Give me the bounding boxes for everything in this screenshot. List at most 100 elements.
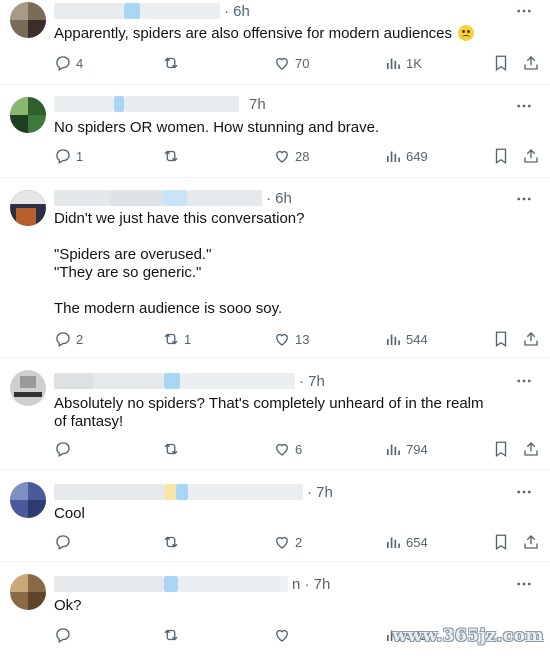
- post-text: Apparently, spiders are also offensive f…: [54, 25, 526, 43]
- post-actions: 2 654: [54, 532, 544, 552]
- like-button[interactable]: 70: [273, 53, 309, 73]
- repost-button[interactable]: [162, 53, 184, 73]
- like-button[interactable]: 2: [273, 532, 302, 552]
- repost-button[interactable]: [162, 625, 184, 645]
- author-name-blurred[interactable]: 7h: [54, 95, 266, 113]
- bookmark-button[interactable]: [492, 532, 514, 552]
- avatar[interactable]: [10, 97, 46, 133]
- views-icon: [387, 537, 400, 548]
- views-icon: [387, 151, 400, 162]
- like-count: 6: [295, 441, 303, 457]
- views-button[interactable]: 654: [384, 532, 428, 552]
- reply-icon: [56, 628, 70, 643]
- avatar[interactable]: [10, 370, 46, 406]
- avatar[interactable]: [10, 2, 46, 38]
- avatar[interactable]: [10, 574, 46, 610]
- view-count: 544: [406, 331, 428, 347]
- reply-button[interactable]: [54, 625, 76, 645]
- like-button[interactable]: 6: [273, 439, 302, 459]
- more-options-icon[interactable]: [514, 2, 534, 20]
- like-count: 70: [295, 55, 310, 71]
- views-button[interactable]: 1K: [384, 53, 422, 73]
- share-button[interactable]: [522, 146, 544, 166]
- more-options-icon[interactable]: [514, 190, 534, 208]
- post-5[interactable]: · 7h Cool 2 654: [0, 470, 550, 562]
- heart-icon: [276, 536, 288, 549]
- views-icon: [387, 444, 400, 455]
- repost-button[interactable]: 1: [162, 329, 191, 349]
- bookmark-icon: [495, 441, 507, 458]
- bookmark-icon: [495, 55, 507, 72]
- avatar[interactable]: [10, 482, 46, 518]
- view-count: 794: [406, 441, 428, 457]
- post-actions: 2 1 13 544: [54, 329, 544, 349]
- bookmark-button[interactable]: [492, 53, 514, 73]
- reply-button[interactable]: [54, 439, 76, 459]
- like-button[interactable]: [273, 625, 295, 645]
- post-time[interactable]: · 7h: [299, 373, 325, 390]
- post-time[interactable]: · 7h: [307, 484, 333, 501]
- reply-icon: [56, 149, 70, 164]
- more-options-icon[interactable]: [514, 575, 534, 593]
- reply-icon: [56, 442, 70, 457]
- avatar[interactable]: [10, 190, 46, 226]
- share-button[interactable]: [522, 532, 544, 552]
- site-watermark: www.365jz.com: [392, 626, 544, 646]
- like-button[interactable]: 13: [273, 329, 309, 349]
- post-1[interactable]: · 6h Apparently, spiders are also offens…: [0, 0, 550, 85]
- post-time[interactable]: n · 7h: [292, 576, 330, 593]
- bookmark-icon: [495, 148, 507, 165]
- author-name-blurred[interactable]: · 6h: [54, 2, 250, 20]
- reply-button[interactable]: 1: [54, 146, 83, 166]
- share-button[interactable]: [522, 53, 544, 73]
- post-text: Absolutely no spiders? That's completely…: [54, 395, 488, 430]
- reply-button[interactable]: 4: [54, 53, 83, 73]
- post-actions: 6 794: [54, 439, 544, 459]
- more-options-icon[interactable]: [514, 483, 534, 501]
- bookmark-icon: [495, 331, 507, 348]
- author-name-blurred[interactable]: · 6h: [54, 189, 292, 207]
- author-name-blurred[interactable]: · 7h: [54, 372, 325, 390]
- like-button[interactable]: 28: [273, 146, 309, 166]
- post-time[interactable]: 7h: [249, 96, 266, 113]
- post-4[interactable]: · 7h Absolutely no spiders? That's compl…: [0, 358, 550, 470]
- more-options-icon[interactable]: [514, 97, 534, 115]
- repost-icon: [164, 536, 178, 548]
- repost-icon: [164, 57, 178, 69]
- reply-count: 2: [76, 331, 84, 347]
- post-6[interactable]: n · 7h Ok? 542: [0, 562, 550, 662]
- bookmark-button[interactable]: [492, 329, 514, 349]
- share-icon: [524, 56, 538, 70]
- bookmark-button[interactable]: [492, 439, 514, 459]
- more-options-icon[interactable]: [514, 372, 534, 390]
- author-name-blurred[interactable]: · 7h: [54, 483, 333, 501]
- views-button[interactable]: 649: [384, 146, 428, 166]
- heart-icon: [276, 57, 288, 70]
- bookmark-icon: [495, 534, 507, 551]
- repost-button[interactable]: [162, 532, 184, 552]
- repost-button[interactable]: [162, 146, 184, 166]
- views-button[interactable]: 794: [384, 439, 428, 459]
- post-time[interactable]: · 6h: [266, 190, 292, 207]
- view-count: 649: [406, 148, 428, 164]
- repost-icon: [164, 629, 178, 641]
- bookmark-button[interactable]: [492, 146, 514, 166]
- reply-icon: [56, 56, 70, 71]
- heart-icon: [276, 333, 288, 346]
- share-icon: [524, 442, 538, 456]
- views-icon: [387, 334, 400, 345]
- post-text: Didn't we just have this conversation? "…: [54, 210, 305, 317]
- share-button[interactable]: [522, 439, 544, 459]
- like-count: 28: [295, 148, 310, 164]
- reply-button[interactable]: [54, 532, 76, 552]
- post-3[interactable]: · 6h Didn't we just have this conversati…: [0, 178, 550, 358]
- author-name-blurred[interactable]: n · 7h: [54, 575, 330, 593]
- post-2[interactable]: 7h No spiders OR women. How stunning and…: [0, 85, 550, 178]
- post-time[interactable]: · 6h: [224, 3, 250, 20]
- share-button[interactable]: [522, 329, 544, 349]
- views-button[interactable]: 544: [384, 329, 428, 349]
- reply-button[interactable]: 2: [54, 329, 83, 349]
- post-actions: 1 28 649: [54, 146, 544, 166]
- repost-button[interactable]: [162, 439, 184, 459]
- reply-count: 1: [76, 148, 84, 164]
